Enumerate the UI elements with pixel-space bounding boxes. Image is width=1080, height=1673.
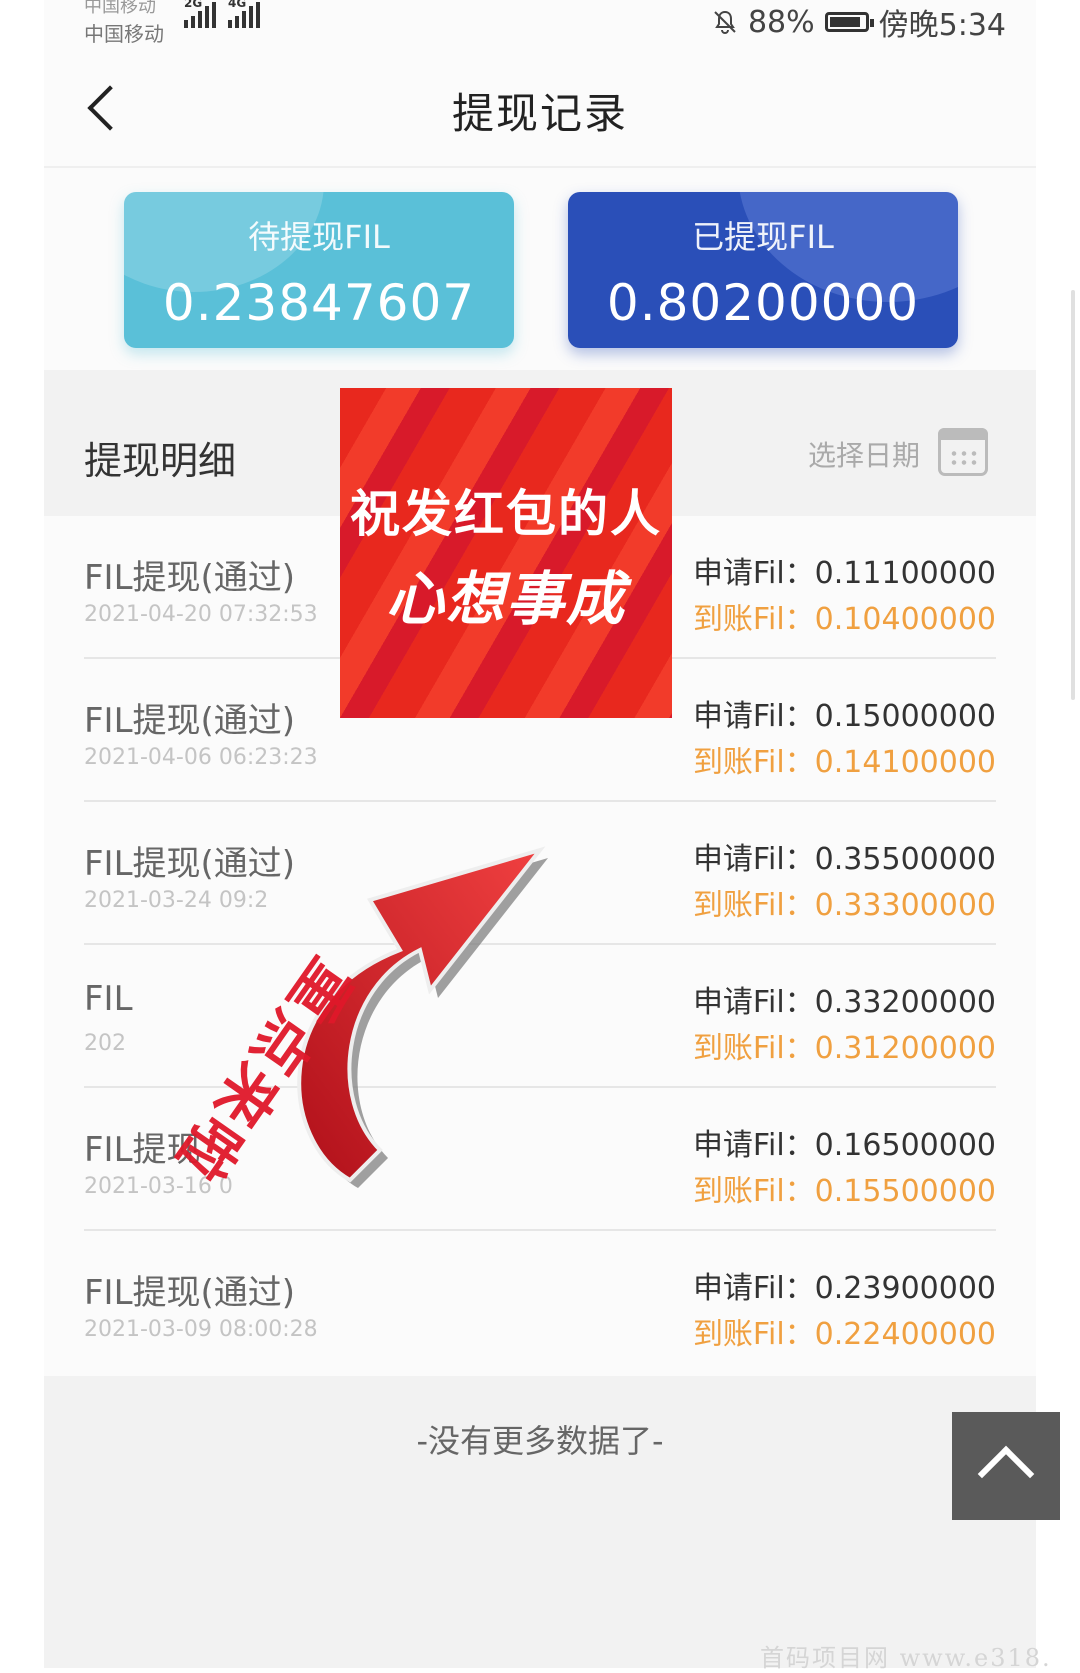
record-title: FIL提现(通过) [84,844,296,884]
banner-line-2: 心想事成 [385,565,626,633]
record-title: FIL [84,979,133,1019]
no-more-data-label: -没有更多数据了- [416,1422,664,1460]
signal-type-label: 4G [228,0,247,10]
record-apply-amount: 申请Fil：0.16500000 [692,1128,996,1163]
signal-icon: 2G [184,0,216,28]
battery-icon [824,12,874,32]
record-title: FIL提现(通过) [84,701,296,741]
pending-fil-value: 0.23847607 [162,274,476,332]
date-picker-label[interactable]: 选择日期 [808,434,920,474]
status-bar: 中国移动 中国移动 2G 4G 88% 傍晚5:34 [44,0,1036,46]
withdrawn-fil-value: 0.80200000 [606,274,920,332]
record-arrive-amount: 到账Fil：0.14100000 [692,745,996,780]
record-apply-amount: 申请Fil：0.11100000 [692,556,996,591]
record-date: 2021-03-09 08:00:28 [84,1317,318,1342]
scroll-to-top-button[interactable] [952,1412,1060,1520]
clock: 傍晚5:34 [878,8,1006,43]
list-item[interactable]: FIL提现(通过) 2021-03-09 08:00:28 申请Fil：0.23… [44,1231,1036,1374]
record-title: FIL提现(通过) [84,1273,296,1313]
record-apply-amount: 申请Fil：0.33200000 [692,985,996,1020]
pending-fil-label: 待提现FIL [248,218,390,256]
record-title: FIL提现(通过) [84,558,296,598]
carrier-label-top: 中国移动 [84,0,156,17]
nav-bar: 提现记录 [44,60,1036,168]
calendar-icon[interactable] [938,428,988,476]
record-arrive-amount: 到账Fil：0.22400000 [692,1317,996,1352]
record-date: 2021-04-20 07:32:53 [84,602,318,627]
bell-muted-icon [714,10,736,34]
withdrawn-fil-card: 已提现FIL 0.80200000 [568,192,958,348]
record-apply-amount: 申请Fil：0.23900000 [692,1271,996,1306]
red-envelope-banner: 祝发红包的人 心想事成 [340,388,672,718]
record-apply-amount: 申请Fil：0.15000000 [692,699,996,734]
pending-fil-card: 待提现FIL 0.23847607 [124,192,514,348]
scrollbar[interactable] [1071,290,1075,700]
status-right: 88% 傍晚5:34 [712,0,1006,44]
list-footer: -没有更多数据了- [44,1376,1036,1668]
details-title: 提现明细 [84,439,237,483]
summary-cards: 待提现FIL 0.23847607 已提现FIL 0.80200000 [44,168,1036,370]
record-date: 2021-04-06 06:23:23 [84,745,318,770]
signal-type-label: 2G [184,0,203,10]
signal-icon: 4G [228,0,260,28]
chevron-up-icon [977,1445,1035,1503]
banner-line-1: 祝发红包的人 [350,485,662,543]
record-arrive-amount: 到账Fil：0.10400000 [692,602,996,637]
record-apply-amount: 申请Fil：0.35500000 [692,842,996,877]
record-arrive-amount: 到账Fil：0.31200000 [692,1031,996,1066]
record-date: 202 [84,1031,126,1056]
page-title: 提现记录 [451,89,628,138]
battery-percent: 88% [747,4,815,40]
app-screen: 中国移动 中国移动 2G 4G 88% 傍晚5:34 提现记录 待提现FIL 0… [44,0,1036,1668]
record-arrive-amount: 到账Fil：0.15500000 [692,1174,996,1209]
record-arrive-amount: 到账Fil：0.33300000 [692,888,996,923]
record-date: 2021-03-24 09:2 [84,888,269,913]
carrier-label: 中国移动 [84,22,164,46]
withdrawn-fil-label: 已提现FIL [692,218,834,256]
